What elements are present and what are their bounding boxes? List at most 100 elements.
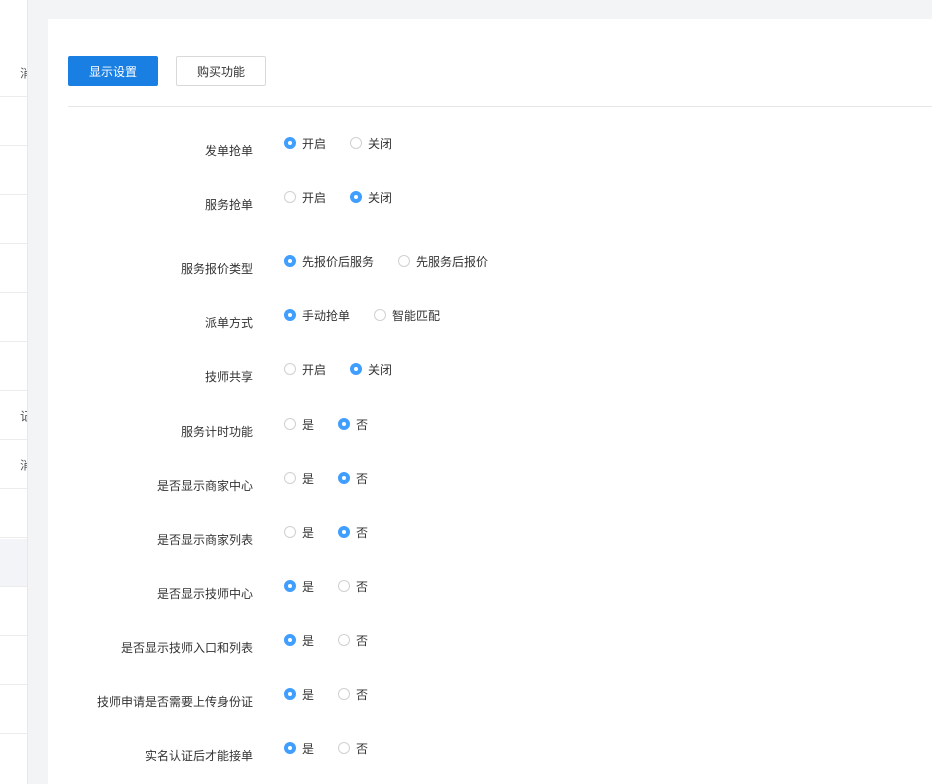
- radio-option-label: 否: [356, 579, 369, 594]
- radio-unchecked-icon[interactable]: [284, 472, 296, 484]
- radio-option[interactable]: 开启: [284, 359, 326, 379]
- radio-checked-icon[interactable]: [350, 191, 362, 203]
- setting-label: 技师申请是否需要上传身份证: [96, 695, 253, 709]
- sidebar-item[interactable]: [0, 539, 27, 587]
- radio-option[interactable]: 开启: [284, 133, 326, 153]
- sidebar-item[interactable]: [0, 294, 27, 342]
- radio-unchecked-icon[interactable]: [338, 742, 350, 754]
- radio-option[interactable]: 否: [338, 468, 368, 488]
- radio-checked-icon[interactable]: [284, 309, 296, 321]
- sidebar-item[interactable]: [0, 588, 27, 636]
- radio-option-label: 否: [356, 687, 369, 702]
- setting-row: 派单方式 手动抢单 智能匹配: [48, 309, 932, 334]
- radio-checked-icon[interactable]: [338, 526, 350, 538]
- radio-option[interactable]: 否: [338, 738, 368, 758]
- setting-row: 服务报价类型 先报价后服务 先服务后报价: [48, 255, 932, 280]
- radio-checked-icon[interactable]: [284, 742, 296, 754]
- radio-option[interactable]: 是: [284, 738, 314, 758]
- radio-option[interactable]: 手动抢单: [284, 305, 350, 325]
- sidebar-item[interactable]: [0, 196, 27, 244]
- radio-unchecked-icon[interactable]: [374, 309, 386, 321]
- radio-option[interactable]: 智能匹配: [374, 305, 440, 325]
- radio-option[interactable]: 关闭: [350, 359, 392, 379]
- radio-unchecked-icon[interactable]: [284, 418, 296, 430]
- radio-option-label: 是: [302, 579, 315, 594]
- sidebar-item[interactable]: 消: [0, 441, 27, 489]
- setting-row: 是否显示技师入口和列表 是 否: [48, 634, 932, 659]
- radio-option-label: 开启: [302, 190, 327, 205]
- radio-option[interactable]: 关闭: [350, 187, 392, 207]
- radio-option-label: 先服务后报价: [416, 254, 489, 269]
- setting-label: 服务报价类型: [180, 262, 253, 276]
- sidebar: 消记消: [0, 0, 28, 784]
- radio-option[interactable]: 否: [338, 414, 368, 434]
- radio-option-label: 否: [356, 633, 369, 648]
- radio-option[interactable]: 先服务后报价: [398, 251, 488, 271]
- radio-unchecked-icon[interactable]: [398, 255, 410, 267]
- radio-unchecked-icon[interactable]: [350, 137, 362, 149]
- radio-option[interactable]: 否: [338, 522, 368, 542]
- radio-checked-icon[interactable]: [284, 580, 296, 592]
- sidebar-item-label: 消: [20, 458, 27, 472]
- radio-option[interactable]: 关闭: [350, 133, 392, 153]
- radio-checked-icon[interactable]: [284, 688, 296, 700]
- radio-unchecked-icon[interactable]: [338, 688, 350, 700]
- radio-option-label: 是: [302, 525, 315, 540]
- sidebar-item[interactable]: [0, 490, 27, 538]
- sidebar-item-label: 消: [20, 66, 27, 80]
- radio-unchecked-icon[interactable]: [338, 634, 350, 646]
- sidebar-item-label: 记: [20, 409, 27, 423]
- radio-unchecked-icon[interactable]: [284, 363, 296, 375]
- tab-buy-features[interactable]: 购买功能: [176, 56, 266, 86]
- setting-label: 是否显示技师入口和列表: [120, 641, 253, 655]
- sidebar-item[interactable]: [0, 147, 27, 195]
- setting-row: 是否显示商家中心 是 否: [48, 472, 932, 497]
- sidebar-item[interactable]: 记: [0, 392, 27, 440]
- radio-option[interactable]: 否: [338, 576, 368, 596]
- radio-unchecked-icon[interactable]: [284, 526, 296, 538]
- setting-label: 服务抢单: [204, 198, 253, 212]
- radio-option-label: 关闭: [368, 362, 393, 377]
- radio-option[interactable]: 否: [338, 630, 368, 650]
- radio-option-label: 先报价后服务: [302, 254, 375, 269]
- setting-row: 实名认证后才能接单 是 否: [48, 742, 932, 767]
- setting-row: 技师共享 开启 关闭: [48, 363, 932, 388]
- sidebar-item[interactable]: [0, 637, 27, 685]
- radio-checked-icon[interactable]: [284, 634, 296, 646]
- divider: [68, 106, 932, 107]
- radio-option[interactable]: 是: [284, 630, 314, 650]
- radio-option[interactable]: 是: [284, 414, 314, 434]
- radio-option-label: 是: [302, 471, 315, 486]
- radio-option[interactable]: 先报价后服务: [284, 251, 374, 271]
- radio-checked-icon[interactable]: [350, 363, 362, 375]
- radio-option[interactable]: 开启: [284, 187, 326, 207]
- radio-option-label: 否: [356, 471, 369, 486]
- sidebar-item[interactable]: [0, 245, 27, 293]
- tab-display-settings[interactable]: 显示设置: [68, 56, 158, 86]
- sidebar-item[interactable]: [0, 98, 27, 146]
- setting-label: 技师共享: [204, 370, 253, 384]
- radio-option-label: 是: [302, 687, 315, 702]
- radio-unchecked-icon[interactable]: [284, 191, 296, 203]
- radio-option[interactable]: 是: [284, 684, 314, 704]
- settings-panel: 显示设置 购买功能 发单抢单 开启 关闭 服务抢单 开启 关闭 服务报价类型 先报价后服务 先服…: [48, 19, 932, 784]
- radio-option[interactable]: 是: [284, 522, 314, 542]
- radio-checked-icon[interactable]: [338, 418, 350, 430]
- radio-checked-icon[interactable]: [338, 472, 350, 484]
- sidebar-item[interactable]: 消: [0, 49, 27, 97]
- radio-option-label: 否: [356, 525, 369, 540]
- sidebar-item[interactable]: [0, 686, 27, 734]
- radio-option-label: 智能匹配: [392, 308, 441, 323]
- radio-checked-icon[interactable]: [284, 137, 296, 149]
- setting-row: 发单抢单 开启 关闭: [48, 137, 932, 162]
- sidebar-item[interactable]: [0, 343, 27, 391]
- setting-label: 服务计时功能: [180, 425, 253, 439]
- setting-row: 是否显示商家列表 是 否: [48, 526, 932, 551]
- radio-checked-icon[interactable]: [284, 255, 296, 267]
- radio-option[interactable]: 是: [284, 576, 314, 596]
- setting-label: 实名认证后才能接单: [144, 749, 253, 763]
- radio-option[interactable]: 否: [338, 684, 368, 704]
- radio-unchecked-icon[interactable]: [338, 580, 350, 592]
- radio-option[interactable]: 是: [284, 468, 314, 488]
- setting-row: 服务抢单 开启 关闭: [48, 191, 932, 216]
